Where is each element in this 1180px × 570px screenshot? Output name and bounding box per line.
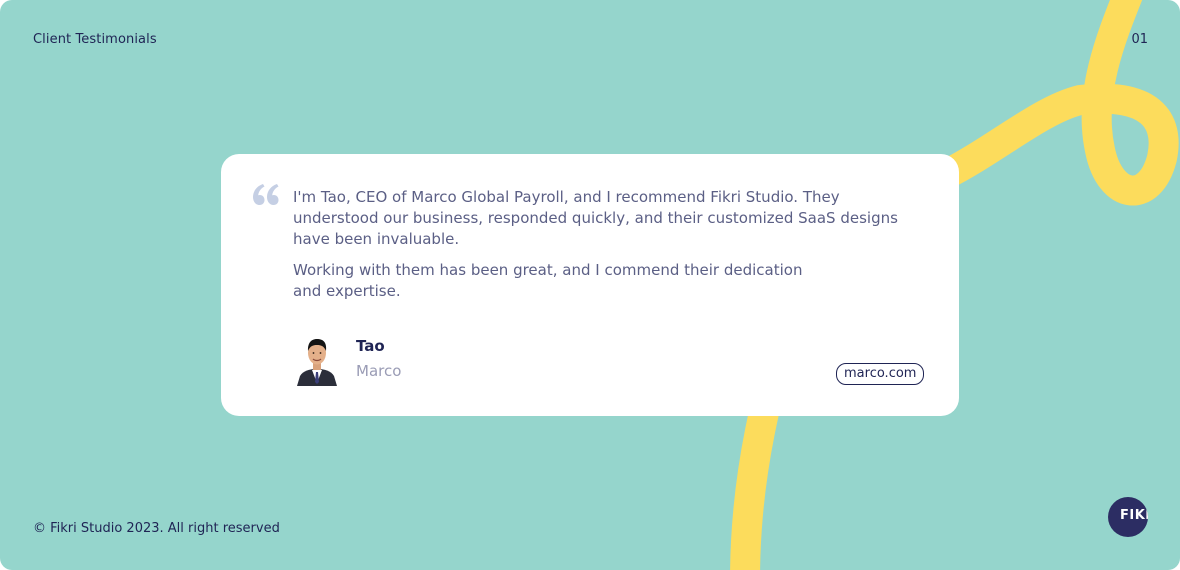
avatar: [297, 334, 337, 386]
website-link[interactable]: marco.com: [836, 363, 925, 385]
quote-paragraph: Working with them has been great, and I …: [293, 261, 803, 300]
brand-logo-badge: FIKRI: [1108, 497, 1148, 537]
testimonial-card: I'm Tao, CEO of Marco Global Payroll, an…: [221, 154, 959, 416]
quote-paragraph: I'm Tao, CEO of Marco Global Payroll, an…: [293, 188, 898, 248]
page-number: 01: [1131, 32, 1148, 47]
avatar-photo: [297, 339, 337, 386]
testimonial-quote: I'm Tao, CEO of Marco Global Payroll, an…: [293, 187, 923, 312]
copyright-text: © Fikri Studio 2023. All right reserved: [33, 521, 280, 536]
brand-logo-text: FIKRI: [1120, 508, 1148, 523]
author-company: Marco: [356, 362, 402, 380]
slide-canvas: Client Testimonials 01 I'm Tao, CEO of M…: [0, 0, 1180, 570]
section-title: Client Testimonials: [33, 32, 157, 47]
quote-icon: [253, 184, 279, 205]
author-name: Tao: [356, 337, 385, 355]
